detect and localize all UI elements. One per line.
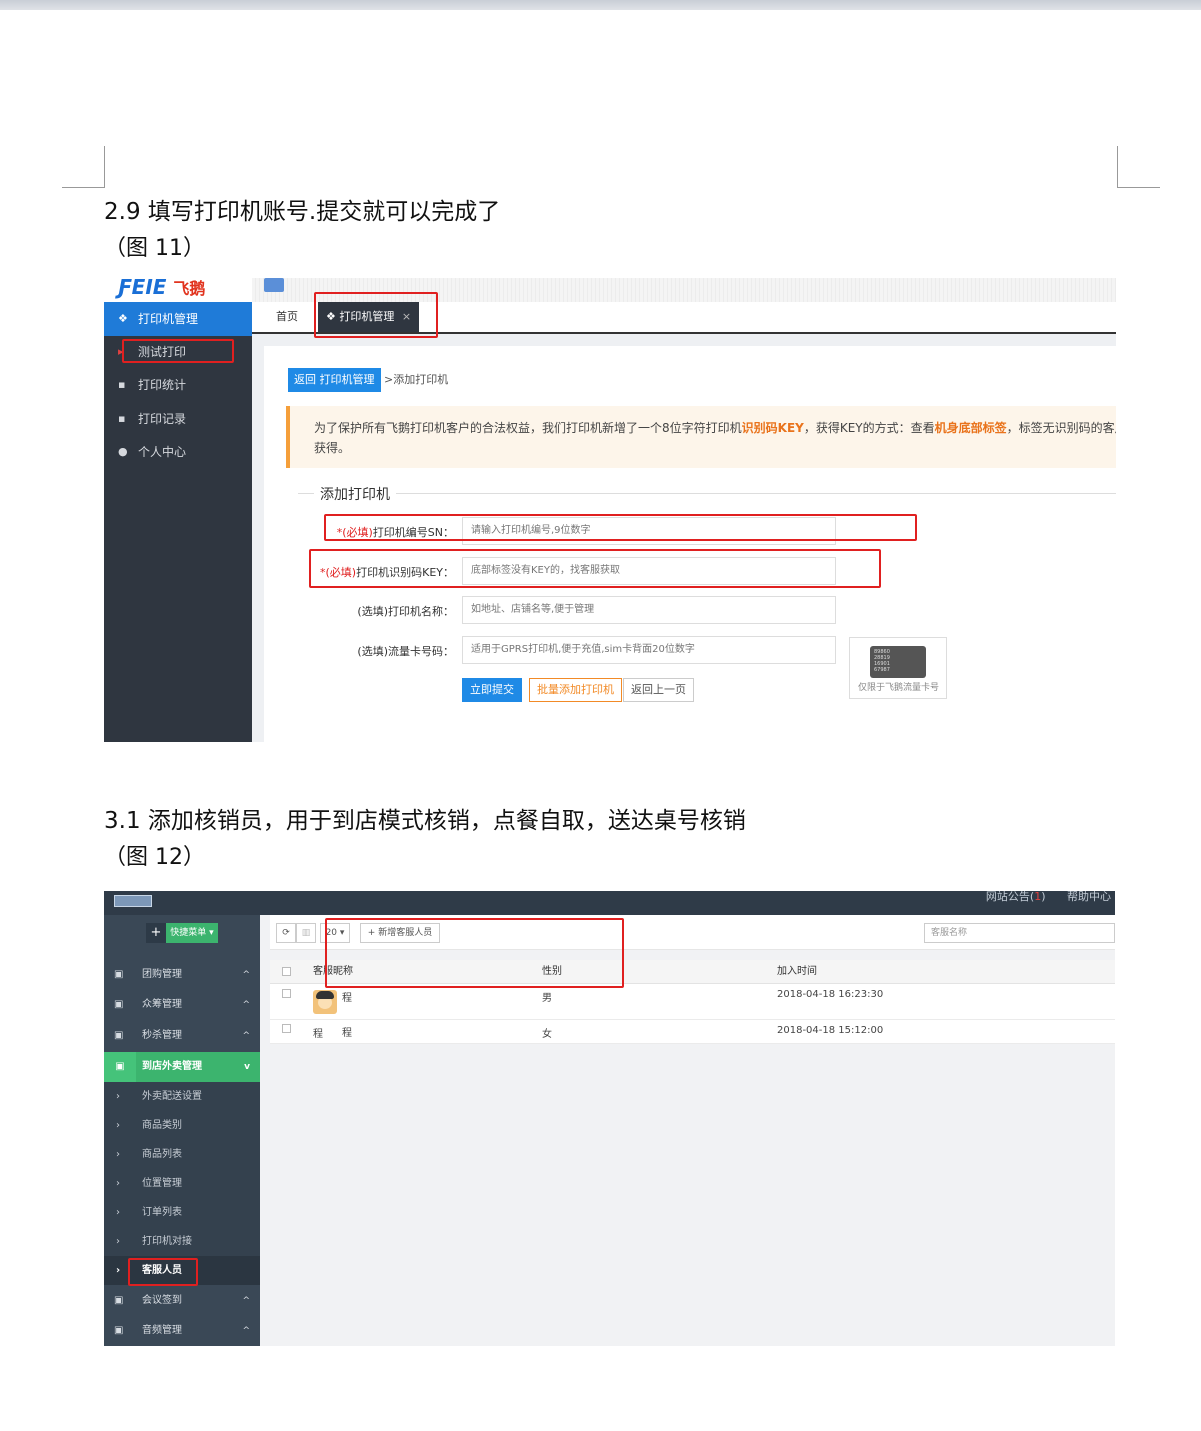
copy-icon: ▣ — [104, 1052, 136, 1082]
printer-name-input[interactable]: 如地址、店铺名等,便于管理 — [462, 596, 836, 624]
chevron-right-icon: › — [116, 1236, 120, 1247]
sim-number-input[interactable]: 适用于GPRS打印机,便于充值,sim卡背面20位数字 — [462, 636, 836, 664]
page-crop-mark-left — [62, 146, 105, 188]
printer-icon: ▪ — [118, 378, 126, 391]
back-to-printer-manage-button[interactable]: 返回 打印机管理 — [288, 368, 381, 392]
staff-nickname: 程 — [342, 1028, 352, 1039]
chevron-up-icon: ^ — [242, 970, 250, 980]
figure-caption-12: （图 12） — [104, 845, 205, 870]
section-heading-2-9: 2.9 填写打印机账号.提交就可以完成了 — [104, 199, 501, 225]
copy-icon: ▣ — [114, 1295, 124, 1306]
copy-icon: ▣ — [114, 1030, 124, 1041]
figure-caption-11: （图 11） — [104, 236, 205, 261]
window-top-strip — [0, 0, 1201, 10]
highlight-key-field — [309, 549, 881, 588]
admin-header: 网站公告(1) 帮助中心 — [104, 891, 1115, 915]
staff-avatar-placeholder: 程 — [313, 1029, 323, 1040]
sidebar-item-print-stats[interactable]: ▪ 打印统计 — [104, 370, 252, 400]
highlight-add-staff — [325, 918, 624, 988]
highlight-service-staff — [128, 1258, 198, 1286]
breadcrumb: >添加打印机 — [384, 373, 449, 386]
copy-icon: ▣ — [114, 969, 124, 980]
submit-button[interactable]: 立即提交 — [462, 678, 522, 702]
sidebar-item-delivery-settings[interactable]: › 外卖配送设置 — [104, 1082, 260, 1111]
chevron-right-icon: › — [116, 1207, 120, 1218]
sidebar-item-order-list[interactable]: › 订单列表 — [104, 1198, 260, 1227]
sidebar-item-printer-manage[interactable]: ❖ 打印机管理 — [104, 302, 252, 336]
sidebar-group-meeting-checkin[interactable]: ▣ 会议签到 ^ — [104, 1286, 260, 1316]
site-notice-link[interactable]: 网站公告(1) — [986, 891, 1046, 903]
staff-join-time: 2018-04-18 16:23:30 — [777, 989, 884, 1000]
chevron-up-icon: ^ — [242, 1326, 250, 1336]
quick-menu-button[interactable]: + 快捷菜单 ▾ — [146, 923, 218, 943]
sim-card-image: 89860 28819 16901 67987 — [870, 646, 926, 678]
sidebar-item-printer-connect[interactable]: › 打印机对接 — [104, 1227, 260, 1256]
sidebar-item-location-manage[interactable]: › 位置管理 — [104, 1169, 260, 1198]
sidebar-group-groupbuy[interactable]: ▣ 团购管理 ^ — [104, 960, 260, 990]
sidebar-item-personal-center[interactable]: ● 个人中心 — [104, 437, 252, 467]
select-all-checkbox[interactable] — [282, 967, 291, 976]
sidebar-group-crowdfund[interactable]: ▣ 众筹管理 ^ — [104, 990, 260, 1020]
printer-icon: ▪ — [118, 412, 126, 425]
section-heading-3-1: 3.1 添加核销员，用于到店模式核销，点餐自取，送达桌号核销 — [104, 808, 746, 834]
app-header — [104, 278, 1116, 302]
screenshot-printer-add: ƑEIE 飞鹅 ❖ 打印机管理 ▸ 测试打印 ▪ 打印统计 ▪ 打印记录 ● 个… — [104, 278, 1116, 742]
sidebar-group-flashsale[interactable]: ▣ 秒杀管理 ^ — [104, 1021, 260, 1051]
staff-nickname: 程 — [342, 993, 352, 1004]
help-center-link[interactable]: 帮助中心 — [1067, 891, 1111, 903]
page-crop-mark-right — [1117, 146, 1160, 188]
chevron-up-icon: ^ — [242, 1296, 250, 1306]
trash-icon[interactable]: ▥ — [296, 923, 316, 943]
row-checkbox[interactable] — [282, 989, 291, 998]
screenshot-staff-list: 网站公告(1) 帮助中心 + 快捷菜单 ▾ ▣ 团购管理 ^ ▣ 众筹管理 ^ ▣ 秒杀管… — [104, 891, 1115, 1346]
header-links: 网站公告(1) 帮助中心 — [986, 891, 1111, 903]
chevron-up-icon: ^ — [242, 1000, 250, 1010]
chevron-right-icon: › — [116, 1091, 120, 1102]
copy-icon: ▣ — [114, 999, 124, 1010]
staff-join-time: 2018-04-18 15:12:00 — [777, 1025, 884, 1036]
column-join-time: 加入时间 — [777, 966, 817, 977]
chevron-down-icon: v — [244, 1062, 250, 1072]
sidebar-item-product-categories[interactable]: › 商品类别 — [104, 1111, 260, 1140]
highlight-tab — [314, 292, 438, 338]
sidebar-group-audio-manage[interactable]: ▣ 音频管理 ^ — [104, 1316, 260, 1346]
plus-icon: + — [150, 925, 162, 940]
table-row[interactable]: 程 男 2018-04-18 16:23:30 — [270, 985, 1115, 1020]
back-previous-button[interactable]: 返回上一页 — [623, 678, 694, 702]
user-icon: ● — [118, 445, 128, 458]
row-checkbox[interactable] — [282, 1024, 291, 1033]
chevron-right-icon: › — [116, 1120, 120, 1131]
batch-add-printer-button[interactable]: 批量添加打印机 — [529, 678, 622, 702]
sidebar-item-product-list[interactable]: › 商品列表 — [104, 1140, 260, 1169]
notice-box: 为了保护所有飞鹅打印机客户的合法权益，我们打印机新增了一个8位字符打印机识别码K… — [286, 406, 1116, 468]
form-legend: 添加打印机 — [314, 484, 396, 504]
sidebar-group-dine-takeout[interactable]: ▣ 到店外卖管理 v — [104, 1052, 260, 1082]
chevron-right-icon: › — [116, 1178, 120, 1189]
chevron-right-icon: › — [116, 1149, 120, 1160]
cluster-icon: ❖ — [118, 312, 128, 325]
highlight-test-print — [122, 339, 234, 363]
app-logo: ƑEIE 飞鹅 — [104, 278, 252, 302]
copy-icon: ▣ — [114, 1325, 124, 1336]
menu-toggle-button[interactable] — [264, 278, 284, 292]
staff-gender: 女 — [542, 1029, 552, 1040]
chevron-up-icon: ^ — [242, 1031, 250, 1041]
admin-logo — [114, 895, 152, 907]
staff-name-search-input[interactable]: 客服名称 — [924, 923, 1115, 943]
tab-home[interactable]: 首页 — [268, 302, 306, 332]
highlight-sn-field — [324, 514, 917, 541]
sim-number-label: (选填)流量卡号码： — [357, 645, 454, 658]
sidebar: ❖ 打印机管理 ▸ 测试打印 ▪ 打印统计 ▪ 打印记录 ● 个人中心 — [104, 302, 252, 742]
table-row[interactable]: 程 程 女 2018-04-18 15:12:00 — [270, 1020, 1115, 1044]
sim-card-hint: 89860 28819 16901 67987 仅限于飞鹅流量卡号 — [849, 637, 947, 699]
avatar — [313, 990, 337, 1014]
printer-name-label: (选填)打印机名称： — [357, 605, 454, 618]
main-panel: 返回 打印机管理 >添加打印机 为了保护所有飞鹅打印机客户的合法权益，我们打印机… — [264, 346, 1116, 742]
staff-gender: 男 — [542, 993, 552, 1004]
fieldset-divider — [298, 493, 1116, 494]
chevron-right-icon: › — [116, 1265, 121, 1276]
sidebar-item-print-records[interactable]: ▪ 打印记录 — [104, 404, 252, 434]
refresh-icon[interactable]: ⟳ — [276, 923, 296, 943]
